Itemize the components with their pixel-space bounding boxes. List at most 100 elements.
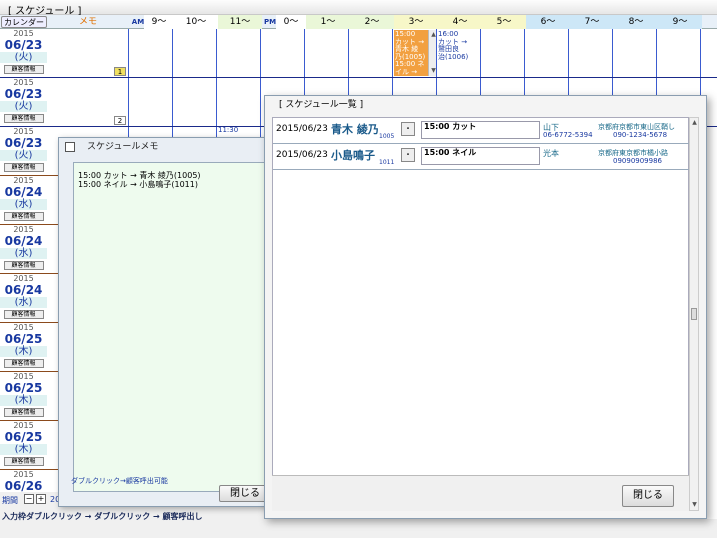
memo-badge[interactable]: 2: [114, 116, 126, 125]
hour-header: 3〜: [394, 15, 438, 29]
day-weekday: (火): [0, 52, 47, 63]
day-date: 06/24: [4, 283, 43, 297]
hour-header: 9〜: [144, 15, 174, 29]
detail-button[interactable]: ・: [401, 148, 415, 162]
day-year: 2015: [13, 323, 34, 332]
customer-id: 1005: [379, 133, 395, 140]
customer-info-button[interactable]: 顧客情報: [3, 261, 44, 270]
date-column: 2015 06/23 (火) 顧客情報 2015 06/23 (火) 顧客情報 2015 06/2…: [0, 29, 47, 504]
customer-info-button[interactable]: 顧客情報: [3, 163, 44, 172]
day-year: 2015: [13, 372, 34, 381]
day-weekday: (木): [0, 444, 47, 455]
day-weekday: (水): [0, 248, 47, 259]
scroll-down-icon[interactable]: ▼: [690, 500, 699, 509]
appointment-text: 15:00 カット → 青木 綾 乃(1005) 15:00 ネ イル →: [395, 30, 426, 76]
time-label: 11:30: [218, 126, 239, 134]
memo-hint: ダブルクリック→顧客呼出可能: [71, 477, 168, 485]
appointment-field[interactable]: 15:00 カット: [421, 121, 540, 139]
appointment-scrollbar[interactable]: ▲ ▼: [428, 30, 436, 76]
list-close-button[interactable]: 閉じる: [622, 485, 674, 507]
mobile: 090-1234-5678: [613, 131, 668, 139]
appointment-field[interactable]: 15:00 ネイル: [421, 147, 540, 165]
customer-info-button[interactable]: 顧客情報: [3, 310, 44, 319]
hour-header: 6〜: [526, 15, 570, 29]
hour-header: 5〜: [482, 15, 526, 29]
day-year: 2015: [13, 127, 34, 136]
day-date: 06/26: [4, 479, 43, 493]
day-year: 2015: [13, 225, 34, 234]
calendar-button[interactable]: カレンダー: [1, 16, 47, 28]
phone: 06-6772-5394: [543, 131, 593, 139]
schedule-list-window: [ スケジュール一覧 ] 2015/06/23 青木 綾乃 1005 ・ 15:00 カ…: [264, 95, 707, 519]
list-scrollbar[interactable]: ▲ ▼: [689, 117, 699, 511]
hour-header: 9〜: [658, 15, 702, 29]
day-cell: 2015 06/24 (水) 顧客情報: [0, 176, 47, 225]
memo-text-area[interactable]: 15:00 カット → 青木 綾乃(1005) 15:00 ネイル → 小島鳴子…: [73, 162, 273, 492]
staff-name: 光本: [543, 149, 559, 158]
schedule-entry[interactable]: 2015/06/23 青木 綾乃 1005 ・ 15:00 カット 山下 06-6772-5…: [273, 118, 690, 144]
memo-line: 15:00 ネイル → 小島鳴子(1011): [78, 180, 198, 189]
day-date: 06/25: [4, 430, 43, 444]
day-year: 2015: [13, 274, 34, 283]
appointment-block-2[interactable]: 16:00 カット → 鷲田良 治(1006): [437, 30, 477, 70]
scroll-up-icon[interactable]: ▲: [690, 118, 699, 127]
day-weekday: (木): [0, 395, 47, 406]
day-cell: 2015 06/24 (水) 顧客情報: [0, 225, 47, 274]
customer-id: 1011: [379, 159, 395, 166]
schedule-entry[interactable]: 2015/06/23 小島鳴子 1011 ・ 15:00 ネイル 光本 京都府東京都市橘小路…: [273, 144, 690, 170]
appointment-text: 16:00 カット → 鷲田良 治(1006): [438, 30, 469, 61]
day-date: 06/25: [4, 381, 43, 395]
day-cell: 2015 06/25 (木) 顧客情報: [0, 372, 47, 421]
day-cell: 2015 06/25 (木) 顧客情報: [0, 421, 47, 470]
entry-date: 2015/06/23: [276, 124, 328, 134]
hour-header: 7〜: [570, 15, 614, 29]
title-bar: [ スケジュール ]: [0, 0, 717, 17]
hint-text: 入力枠ダブルクリック → ダブルクリック → 顧客呼出し: [2, 512, 203, 521]
customer-name[interactable]: 小島鳴子: [331, 147, 375, 163]
day-cell: 2015 06/24 (水) 顧客情報: [0, 274, 47, 323]
day-year: 2015: [13, 78, 34, 87]
memo-header: メモ: [78, 17, 97, 27]
day-year: 2015: [13, 29, 34, 38]
customer-info-button[interactable]: 顧客情報: [3, 359, 44, 368]
day-cell: 2015 06/23 (火) 顧客情報: [0, 78, 47, 127]
plus-button[interactable]: +: [36, 494, 46, 504]
hour-header: 0〜: [276, 15, 306, 29]
hour-header: 2〜: [350, 15, 394, 29]
day-cell: 2015 06/23 (火) 顧客情報: [0, 29, 47, 78]
customer-info-button[interactable]: 顧客情報: [3, 408, 44, 417]
hour-header: 8〜: [614, 15, 658, 29]
schedule-memo-window: スケジュールメモ 15:00 カット → 青木 綾乃(1005) 15:00 ネ…: [58, 137, 273, 507]
day-year: 2015: [13, 421, 34, 430]
period-label: 期間: [2, 496, 18, 505]
customer-info-button[interactable]: 顧客情報: [3, 212, 44, 221]
schedule-list: 2015/06/23 青木 綾乃 1005 ・ 15:00 カット 山下 06-6772-5…: [272, 117, 690, 511]
memo-badge[interactable]: 1: [114, 67, 126, 76]
scroll-thumb[interactable]: [691, 308, 697, 320]
memo-window-title: スケジュールメモ: [87, 142, 159, 152]
day-weekday: (火): [0, 150, 47, 161]
row-divider: [0, 77, 717, 78]
day-weekday: (水): [0, 297, 47, 308]
customer-name[interactable]: 青木 綾乃: [331, 121, 379, 137]
list-window-title: [ スケジュール一覧 ]: [279, 100, 364, 110]
minus-button[interactable]: −: [24, 494, 34, 504]
detail-button[interactable]: ・: [401, 122, 415, 136]
customer-info-button[interactable]: 顧客情報: [3, 65, 44, 74]
memo-line: 15:00 カット → 青木 綾乃(1005): [78, 171, 201, 180]
day-date: 06/23: [4, 87, 43, 101]
day-weekday: (木): [0, 346, 47, 357]
hour-header: 4〜: [438, 15, 482, 29]
day-year: 2015: [13, 470, 34, 479]
day-date: 06/25: [4, 332, 43, 346]
day-date: 06/24: [4, 185, 43, 199]
day-year: 2015: [13, 176, 34, 185]
day-date: 06/23: [4, 38, 43, 52]
entry-date: 2015/06/23: [276, 150, 328, 160]
hour-header: 1〜: [306, 15, 350, 29]
customer-info-button[interactable]: 顧客情報: [3, 114, 44, 123]
hour-header: 10〜: [174, 15, 218, 29]
appointment-block-1[interactable]: 15:00 カット → 青木 綾 乃(1005) 15:00 ネ イル →: [394, 30, 428, 76]
day-date: 06/24: [4, 234, 43, 248]
customer-info-button[interactable]: 顧客情報: [3, 457, 44, 466]
